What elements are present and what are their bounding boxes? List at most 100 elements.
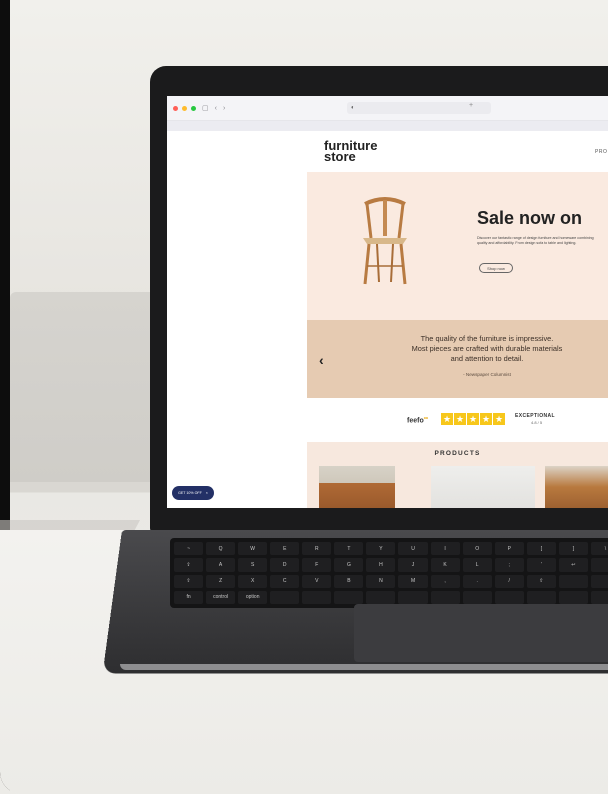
website: furniture store PRO Sale now on Discover…: [167, 130, 608, 508]
keyboard-key[interactable]: Y: [366, 542, 396, 556]
star-icon: ★: [480, 413, 492, 425]
product-image-sideboard[interactable]: [319, 466, 395, 508]
keyboard-key[interactable]: C: [270, 574, 300, 588]
testimonial-author: - Newspaper Columnist: [463, 372, 511, 377]
keyboard: ~ Q W E R T Y U I O P[] \ ⇪ A S D F G H J K L; ' ↩ ⇧ Z X C V B N M,. / ⇧ f…: [170, 538, 608, 608]
keyboard-key[interactable]: G: [334, 558, 364, 572]
keyboard-key[interactable]: [526, 590, 556, 604]
keyboard-key[interactable]: [: [526, 542, 556, 556]
hero-title: Sale now on: [477, 208, 583, 228]
keyboard-key[interactable]: H: [366, 558, 396, 572]
keyboard-key[interactable]: M: [398, 574, 428, 588]
shop-now-button[interactable]: Shop now: [479, 263, 513, 273]
keyboard-key[interactable]: R: [302, 542, 332, 556]
close-window-button[interactable]: [173, 105, 178, 111]
promo-text: GET 10% OFF: [178, 491, 202, 495]
quote-line-1: The quality of the furniture is impressi…: [420, 334, 554, 343]
keyboard-key[interactable]: ↩: [558, 558, 588, 572]
feefo-logo: feefooo: [407, 416, 429, 425]
keyboard-key[interactable]: I: [430, 542, 460, 556]
keyboard-key[interactable]: D: [270, 558, 300, 572]
keyboard-key[interactable]: /: [494, 574, 524, 588]
keyboard-key[interactable]: Z: [206, 574, 236, 588]
quote-line-2: Most pieces are crafted with durable mat…: [411, 344, 563, 353]
promo-badge[interactable]: GET 10% OFF ×: [172, 486, 214, 500]
keyboard-key[interactable]: fn: [174, 590, 204, 604]
keyboard-key[interactable]: E: [270, 542, 300, 556]
back-icon[interactable]: ‹: [215, 105, 217, 112]
star-icon: ★: [467, 413, 479, 425]
keyboard-key[interactable]: ⇧: [526, 574, 556, 588]
testimonial-section: ‹ The quality of the furniture is impres…: [307, 320, 608, 398]
laptop-front-lip: [120, 664, 608, 670]
browser-toolbar: ▢ ‹ › ◐ +: [167, 96, 608, 121]
keyboard-key[interactable]: .: [462, 574, 492, 588]
photo-background: ~ Q W E R T Y U I O P[] \ ⇪ A S D F G H J K L; ' ↩ ⇧ Z X C V B N M,. / ⇧ f…: [0, 0, 608, 794]
keyboard-key[interactable]: T: [334, 542, 364, 556]
keyboard-key[interactable]: [590, 574, 608, 588]
feefo-brand: feefo: [407, 417, 424, 425]
testimonial-text: The quality of the furniture is impressi…: [367, 334, 607, 364]
keyboard-key[interactable]: ,: [430, 574, 460, 588]
product-image-vase[interactable]: [431, 466, 535, 508]
quote-line-3: and attention to detail.: [450, 354, 524, 363]
laptop-screen: ▢ ‹ › ◐ + furniture store PRO Sale now o…: [167, 96, 608, 508]
keyboard-key[interactable]: [334, 590, 364, 604]
keyboard-key[interactable]: V: [302, 574, 332, 588]
close-icon[interactable]: ×: [206, 491, 208, 495]
site-logo[interactable]: furniture store: [324, 139, 377, 163]
keyboard-key[interactable]: X: [238, 574, 268, 588]
keyboard-key[interactable]: S: [238, 558, 268, 572]
sofa: [10, 292, 160, 482]
nav-products[interactable]: PRO: [595, 149, 607, 155]
keyboard-key[interactable]: B: [334, 574, 364, 588]
keyboard-key[interactable]: ]: [558, 542, 588, 556]
keyboard-key[interactable]: U: [398, 542, 428, 556]
carousel-prev-icon[interactable]: ‹: [319, 352, 324, 368]
rating-label: EXCEPTIONAL: [515, 413, 555, 419]
keyboard-key[interactable]: W: [238, 542, 268, 556]
keyboard-key[interactable]: [590, 558, 608, 572]
hero-description: Discover our fantastic range of design f…: [477, 236, 594, 245]
zoom-window-button[interactable]: [191, 105, 196, 111]
trackpad[interactable]: [354, 604, 608, 662]
keyboard-key[interactable]: [302, 590, 332, 604]
minimize-window-button[interactable]: [182, 105, 187, 111]
keyboard-key[interactable]: Q: [206, 542, 236, 556]
key-grid: ~ Q W E R T Y U I O P[] \ ⇪ A S D F G H J K L; ' ↩ ⇧ Z X C V B N M,. / ⇧ f…: [174, 542, 608, 604]
keyboard-key[interactable]: [398, 590, 428, 604]
keyboard-key[interactable]: [494, 590, 524, 604]
chair-image: [363, 197, 407, 285]
keyboard-key[interactable]: ': [526, 558, 556, 572]
sidebar-icon[interactable]: ▢: [202, 104, 209, 112]
keyboard-key[interactable]: A: [206, 558, 236, 572]
forward-icon[interactable]: ›: [223, 105, 225, 112]
keyboard-key[interactable]: O: [462, 542, 492, 556]
keyboard-key[interactable]: [462, 590, 492, 604]
keyboard-key[interactable]: ⇧: [174, 574, 204, 588]
keyboard-key[interactable]: option: [238, 590, 268, 604]
star-icon: ★: [493, 413, 505, 425]
keyboard-key[interactable]: control: [206, 590, 236, 604]
keyboard-key[interactable]: ⇪: [174, 558, 204, 572]
keyboard-key[interactable]: N: [366, 574, 396, 588]
keyboard-key[interactable]: [590, 590, 608, 604]
keyboard-key[interactable]: K: [430, 558, 460, 572]
new-tab-button[interactable]: +: [469, 102, 473, 109]
keyboard-key[interactable]: \: [590, 542, 608, 556]
keyboard-key[interactable]: J: [398, 558, 428, 572]
keyboard-key[interactable]: P: [494, 542, 524, 556]
keyboard-key[interactable]: [366, 590, 396, 604]
keyboard-key[interactable]: [430, 590, 460, 604]
star-icon: ★: [454, 413, 466, 425]
review-widget[interactable]: feefooo ★ ★ ★ ★ ★ EXCEPTIONAL 4.8 / 5: [307, 398, 608, 442]
keyboard-key[interactable]: ;: [494, 558, 524, 572]
keyboard-key[interactable]: ~: [174, 542, 204, 556]
keyboard-key[interactable]: [558, 590, 588, 604]
keyboard-key[interactable]: F: [302, 558, 332, 572]
keyboard-key[interactable]: L: [462, 558, 492, 572]
keyboard-key[interactable]: [558, 574, 588, 588]
product-image-cabinet[interactable]: [545, 466, 608, 508]
keyboard-key[interactable]: [270, 590, 300, 604]
products-section: PRODUCTS: [307, 442, 608, 508]
